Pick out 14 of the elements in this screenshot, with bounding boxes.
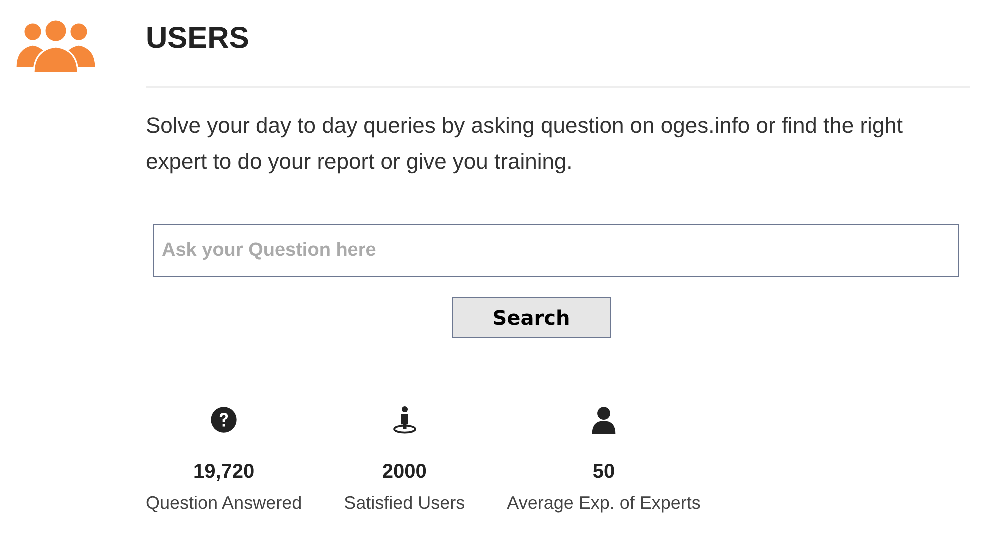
stat-label: Question Answered	[146, 492, 302, 514]
stat-value: 50	[592, 460, 616, 484]
section-title: USERS	[146, 21, 250, 57]
question-icon	[210, 406, 238, 434]
user-icon	[590, 406, 618, 434]
search-button[interactable]: Search	[452, 297, 611, 338]
stat-label: Satisfied Users	[344, 492, 466, 514]
question-input-field[interactable]: Ask your Question here	[153, 224, 959, 277]
stat-value: 19,720	[193, 460, 255, 484]
users-icon	[14, 18, 98, 74]
stat-value: 2000	[382, 460, 427, 484]
person-on-marker-icon	[390, 406, 419, 434]
stat-label: Average Exp. of Experts	[507, 492, 701, 514]
description-text: Solve your day to day queries by asking question on oges.info or find the right expert to do your report or give you training.	[146, 112, 904, 176]
